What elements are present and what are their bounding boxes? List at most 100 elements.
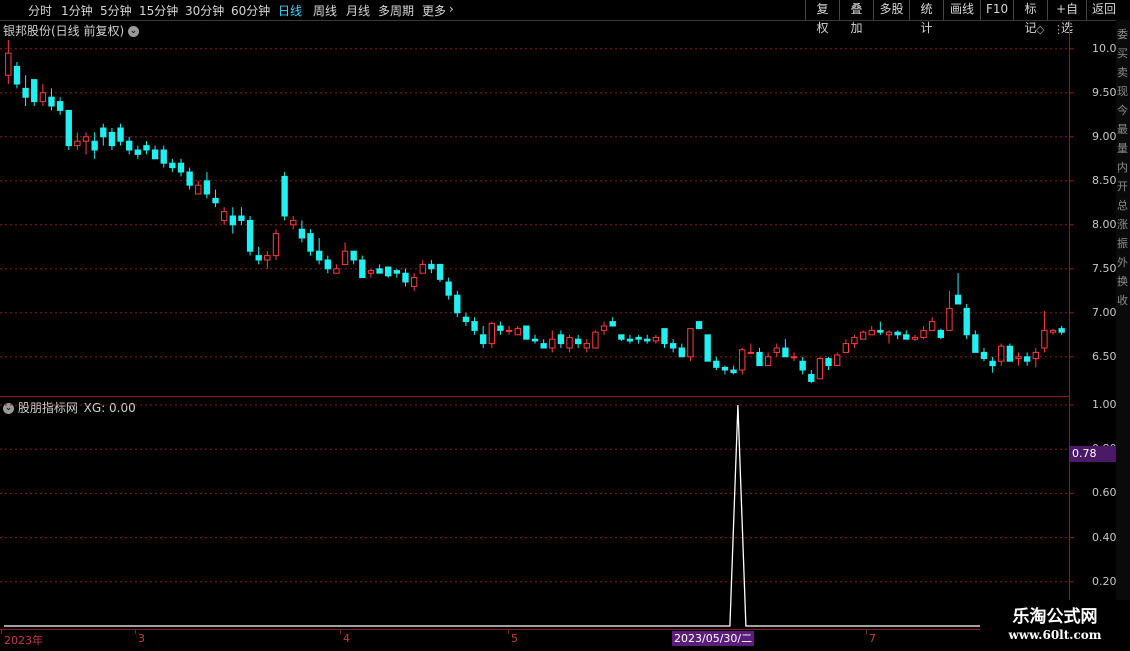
candle-body-down — [618, 334, 625, 340]
candle-body-down — [574, 338, 582, 345]
indicator-tick-label: 0.60 — [1092, 486, 1117, 500]
price-tick-label: 9.50 — [1092, 85, 1117, 99]
candle-body-down — [808, 373, 815, 382]
candle-body-up — [5, 52, 12, 76]
candle-body-down — [281, 175, 288, 217]
candle-body-down — [540, 343, 547, 349]
candle-body-down — [954, 294, 962, 305]
candle-body-down — [298, 228, 306, 239]
candle-body-down — [825, 358, 832, 367]
date-tick-label: 4 — [343, 632, 350, 645]
date-tick — [1, 630, 2, 634]
candle-body-up — [851, 336, 858, 345]
candle-body-down — [799, 360, 806, 371]
indicator-tick-label: 0.40 — [1092, 530, 1117, 544]
candle-body-down — [1058, 328, 1065, 333]
candle-body-up — [39, 92, 47, 103]
candle-body-down — [307, 233, 314, 252]
candle-body-up — [747, 351, 755, 354]
candle-body-down — [678, 347, 685, 358]
candle-body-down — [134, 149, 142, 155]
candle-body-up — [82, 136, 90, 142]
candle-body-down — [255, 255, 262, 261]
date-tick — [508, 630, 509, 634]
candle-body-up — [911, 336, 919, 340]
quote-field-label: 涨 — [1117, 218, 1128, 231]
candle-body-up — [419, 263, 426, 274]
watermark-logo: 乐淘公式网 www.60lt.com — [980, 600, 1130, 650]
candle-body-up — [859, 331, 867, 340]
quote-field-label: 卖 — [1117, 66, 1128, 79]
quote-panel-strip[interactable]: 委买卖现今最量内开总涨振外换收 — [1116, 20, 1130, 650]
chart-canvas[interactable] — [0, 0, 1130, 650]
watermark-title: 乐淘公式网 — [1012, 607, 1098, 627]
candle-body-down — [229, 215, 236, 226]
candle-body-up — [1032, 351, 1039, 360]
candle-body-up — [885, 331, 893, 336]
candle-body-up — [928, 321, 936, 331]
candle-body-down — [609, 321, 616, 327]
candle-body-up — [868, 329, 875, 336]
candle-body-down — [894, 331, 901, 336]
candle-body-down — [445, 281, 452, 296]
price-tick-label: 6.50 — [1092, 349, 1117, 363]
candle-body-down — [376, 268, 383, 274]
candle-body-up — [842, 343, 850, 353]
candle-body-down — [246, 219, 254, 252]
candle-body-up — [1015, 356, 1022, 360]
candle-body-up — [410, 277, 418, 287]
candle-body-down — [963, 307, 970, 336]
candle-body-down — [980, 351, 988, 360]
price-tick-label: 8.00 — [1092, 217, 1117, 231]
candle-body-up — [549, 338, 556, 349]
candle-body-up — [652, 336, 660, 342]
candle-body-down — [730, 369, 737, 374]
price-tick-label: 7.50 — [1092, 261, 1117, 275]
candle-body-up — [341, 250, 349, 265]
quote-field-label: 振 — [1117, 237, 1128, 250]
candle-body-down — [100, 127, 107, 138]
candle-body-down — [713, 360, 720, 368]
quote-field-label: 开 — [1117, 180, 1128, 193]
candle-body-down — [531, 338, 539, 342]
candle-body-up — [264, 255, 271, 261]
candle-body-down — [31, 79, 38, 103]
date-tick-label: 2023年 — [4, 634, 43, 647]
indicator-tick-label: 1.00 — [1092, 398, 1117, 411]
candle-body-down — [203, 180, 211, 195]
candle-body-down — [385, 266, 392, 277]
price-tick-label: 7.00 — [1092, 305, 1117, 319]
quote-field-label: 总 — [1117, 199, 1128, 212]
candle-body-down — [756, 351, 763, 367]
candle-body-down — [557, 334, 565, 345]
candle-body-down — [126, 140, 133, 151]
candle-body-down — [782, 347, 789, 358]
candle-body-down — [497, 325, 504, 331]
candle-body-up — [583, 343, 590, 349]
candle-body-up — [514, 328, 521, 336]
date-tick — [135, 630, 136, 634]
candle-body-up — [195, 184, 202, 195]
candle-body-down — [635, 336, 642, 340]
candle-body-down — [143, 145, 150, 151]
candle-body-down — [22, 87, 29, 98]
candle-body-down — [117, 127, 124, 142]
candle-body-up — [687, 328, 694, 358]
candle-body-down — [238, 215, 245, 221]
candle-body-up — [998, 345, 1005, 362]
candle-body-down — [721, 366, 729, 371]
candle-body-down — [462, 316, 470, 323]
candle-body-down — [428, 263, 435, 270]
candle-body-down — [626, 338, 634, 342]
date-tick-label: 5 — [511, 632, 518, 645]
candle-body-down — [937, 329, 944, 338]
candle-body-up — [220, 211, 228, 221]
candle-body-down — [695, 321, 703, 330]
candle-body-up — [1041, 329, 1048, 349]
quote-field-label: 今 — [1117, 104, 1128, 117]
date-axis: 2023年 3 4 5 7 2023/05/30/二 — [0, 629, 1070, 651]
candle-body-down — [56, 101, 64, 111]
crosshair-date-label: 2023/05/30/二 — [672, 631, 755, 646]
candle-body-up — [920, 329, 927, 338]
candle-body-down — [65, 109, 72, 147]
